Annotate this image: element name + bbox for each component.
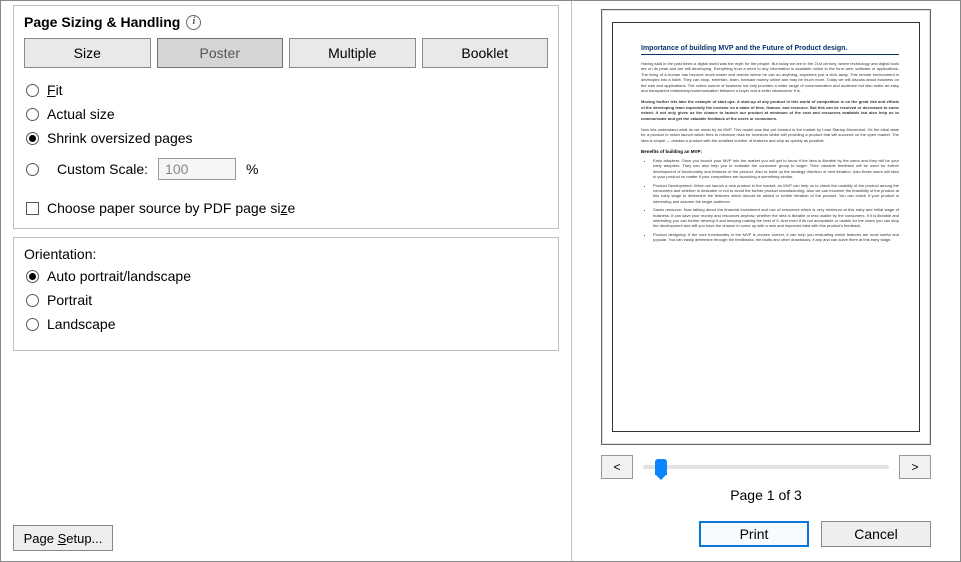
left-panel: Page Sizing & Handling i Size Poster Mul…	[1, 1, 571, 561]
custom-scale-input[interactable]	[158, 158, 236, 180]
section-title-row: Page Sizing & Handling i	[24, 14, 201, 30]
radio-icon	[26, 270, 39, 283]
radio-icon	[26, 84, 39, 97]
section-title-text: Page Sizing & Handling	[24, 14, 180, 30]
info-icon[interactable]: i	[186, 15, 201, 30]
orientation-label: Orientation:	[24, 246, 548, 262]
segment-size[interactable]: Size	[24, 38, 151, 68]
segmented-control: Size Poster Multiple Booklet	[24, 38, 548, 68]
checkbox-icon	[26, 202, 39, 215]
doc-paragraph: Moving further lets take the example of …	[641, 99, 899, 121]
page-setup-button[interactable]: Page Setup...	[13, 525, 113, 551]
segment-booklet[interactable]: Booklet	[422, 38, 549, 68]
page-indicator: Page 1 of 3	[730, 487, 802, 503]
radio-custom-scale[interactable]: Custom Scale: %	[26, 158, 259, 180]
radio-auto-label: Auto portrait/landscape	[47, 268, 191, 284]
segment-poster[interactable]: Poster	[157, 38, 284, 68]
segment-multiple[interactable]: Multiple	[289, 38, 416, 68]
action-buttons: Print Cancel	[601, 521, 931, 547]
prev-page-button[interactable]: <	[601, 455, 633, 479]
page-slider[interactable]	[643, 465, 889, 469]
page-sizing-section: Page Sizing & Handling i Size Poster Mul…	[13, 5, 559, 229]
radio-icon	[26, 318, 39, 331]
doc-title: Importance of building MVP and the Futur…	[641, 45, 899, 55]
doc-paragraph: Now lets understand what do we mean by a…	[641, 127, 899, 143]
radio-actual-size[interactable]: Actual size	[26, 106, 548, 122]
document-page: Importance of building MVP and the Futur…	[612, 22, 920, 432]
print-preview: Importance of building MVP and the Futur…	[601, 9, 931, 445]
doc-list-item: Early adopters: Once you launch your MVP…	[653, 158, 899, 180]
radio-landscape-label: Landscape	[47, 316, 116, 332]
page-setup-label: Page Setup...	[24, 531, 103, 546]
radio-icon	[26, 108, 39, 121]
radio-portrait-label: Portrait	[47, 292, 92, 308]
radio-fit-label: Fit	[47, 82, 63, 98]
choose-paper-source-checkbox[interactable]: Choose paper source by PDF page size	[26, 200, 548, 216]
radio-actual-label: Actual size	[47, 106, 115, 122]
scale-unit: %	[246, 161, 258, 177]
radio-icon	[26, 132, 39, 145]
radio-auto-orientation[interactable]: Auto portrait/landscape	[26, 268, 548, 284]
cancel-button[interactable]: Cancel	[821, 521, 931, 547]
slider-thumb[interactable]	[655, 459, 667, 475]
print-button[interactable]: Print	[699, 521, 809, 547]
page-slider-row: < >	[601, 455, 931, 479]
doc-list-item: Product designing: If the core functiona…	[653, 232, 899, 243]
right-panel: Importance of building MVP and the Futur…	[571, 1, 960, 561]
radio-icon	[26, 294, 39, 307]
radio-icon	[26, 163, 39, 176]
doc-subheading: Benefits of building an MVP:	[641, 149, 899, 154]
radio-landscape[interactable]: Landscape	[26, 316, 548, 332]
next-page-button[interactable]: >	[899, 455, 931, 479]
doc-list-item: Saves resource: Now talking about the fi…	[653, 207, 899, 229]
radio-shrink-oversized[interactable]: Shrink oversized pages	[26, 130, 548, 146]
radio-portrait[interactable]: Portrait	[26, 292, 548, 308]
radio-shrink-label: Shrink oversized pages	[47, 130, 193, 146]
doc-paragraph: Having said in the past times a digital …	[641, 61, 899, 93]
doc-list: Early adopters: Once you launch your MVP…	[653, 158, 899, 242]
orientation-section: Orientation: Auto portrait/landscape Por…	[13, 237, 559, 351]
doc-list-item: Product Development: When we launch a ne…	[653, 183, 899, 205]
choose-paper-source-label: Choose paper source by PDF page size	[47, 200, 295, 216]
radio-fit[interactable]: Fit	[26, 82, 548, 98]
radio-custom-label: Custom Scale:	[57, 161, 148, 177]
